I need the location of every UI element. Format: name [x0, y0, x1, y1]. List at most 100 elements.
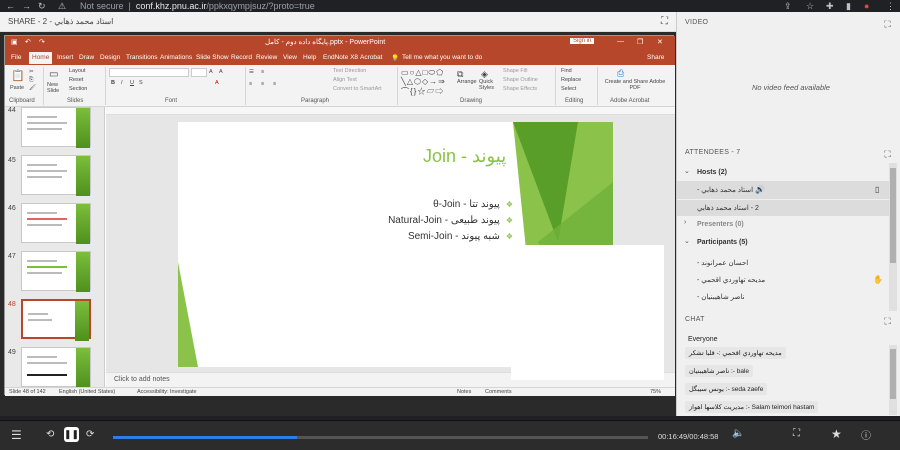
tell-me-box[interactable]: Tell me what you want to do	[402, 54, 482, 61]
signin-button[interactable]: Sign in	[570, 38, 595, 44]
expand-icon[interactable]: ⛶	[661, 16, 668, 27]
section-button[interactable]: Section	[69, 86, 87, 92]
tab-help[interactable]: Help	[303, 54, 316, 61]
forward-icon[interactable]: →	[22, 0, 31, 12]
expand-icon[interactable]: ⛶	[884, 149, 891, 160]
shape-fill-button[interactable]: Shape Fill	[503, 68, 527, 74]
new-slide-icon[interactable]: ▭	[49, 69, 58, 80]
bookmark-star-icon[interactable]: ★	[831, 427, 842, 441]
replace-button[interactable]: Replace	[561, 77, 581, 83]
ppt-share-button[interactable]: Share	[647, 54, 664, 61]
back-icon[interactable]: ←	[6, 0, 15, 12]
fullscreen-icon[interactable]: ⛶	[793, 428, 800, 439]
address-bar[interactable]: Not secure | conf.khz.pnu.ac.ir/ppkxqymp…	[80, 0, 315, 12]
format-painter-icon[interactable]: 🖌	[29, 85, 36, 91]
attendee-row[interactable]: استاد محمد ذهابي - 🔊 ▯	[677, 181, 889, 199]
comments-toggle[interactable]: Comments	[485, 389, 512, 395]
attendees-scrollbar[interactable]	[889, 163, 897, 311]
progress-bar[interactable]	[113, 436, 648, 439]
shadow-icon[interactable]: S	[139, 80, 143, 86]
tab-insert[interactable]: Insert	[57, 54, 73, 61]
bookmark-star-icon[interactable]: ☆	[806, 0, 814, 12]
tab-transitions[interactable]: Transitions	[126, 54, 158, 61]
bullets-icon[interactable]: ☰	[249, 69, 254, 75]
new-slide-button[interactable]: New Slide	[47, 82, 65, 94]
tab-slide-show[interactable]: Slide Show	[196, 54, 229, 61]
attendee-row[interactable]: مدیحه تهاوردي اقحمي - ✋	[677, 273, 889, 289]
shape-effects-button[interactable]: Shape Effects	[503, 86, 537, 92]
expand-icon[interactable]: ⛶	[884, 316, 891, 327]
shapes-gallery-row2[interactable]: ╲△⬡◇→⇒	[401, 77, 446, 86]
cut-icon[interactable]: ✂	[29, 69, 34, 75]
italic-icon[interactable]: I	[121, 80, 123, 86]
participants-group[interactable]: ⌄ Participants (5)	[677, 237, 889, 251]
tab-file[interactable]: File	[11, 54, 21, 61]
accessibility-status[interactable]: Accessibility: Investigate	[137, 389, 197, 395]
tab-animations[interactable]: Animations	[160, 54, 192, 61]
font-size-box[interactable]	[191, 68, 207, 77]
bold-icon[interactable]: B	[111, 80, 115, 86]
menu-icon[interactable]: ☰	[11, 428, 22, 442]
tab-record[interactable]: Record	[231, 54, 252, 61]
shape-outline-button[interactable]: Shape Outline	[503, 77, 538, 83]
reset-button[interactable]: Reset	[69, 77, 83, 83]
sidepanel-icon[interactable]: ▮	[846, 0, 851, 12]
save-icon[interactable]: ▣	[11, 38, 18, 46]
tab-design[interactable]: Design	[100, 54, 120, 61]
underline-icon[interactable]: U	[130, 80, 134, 86]
profile-avatar-icon[interactable]: ●	[864, 0, 869, 12]
copy-icon[interactable]: ⎘	[29, 77, 33, 84]
extensions-icon[interactable]: ✚	[826, 0, 834, 12]
slide-thumbnail[interactable]	[21, 203, 91, 244]
reload-icon[interactable]: ↻	[38, 0, 46, 12]
numbering-icon[interactable]: ≡	[261, 69, 264, 75]
attendee-row[interactable]: ناصر شاهيبنيان -	[677, 290, 889, 306]
create-share-pdf-button[interactable]: Create and Share Adobe PDF	[602, 79, 668, 91]
expand-icon[interactable]: ⛶	[884, 19, 891, 30]
convert-smartart-button[interactable]: Convert to SmartArt	[333, 86, 382, 92]
chat-recipient[interactable]: Everyone	[688, 336, 718, 343]
tab-draw[interactable]: Draw	[79, 54, 94, 61]
text-direction-button[interactable]: Text Direction	[333, 68, 366, 74]
find-button[interactable]: Find	[561, 68, 572, 74]
forward-icon[interactable]: ⟳	[86, 429, 94, 440]
attendee-row[interactable]: 2 - استاد محمد ذهابي	[677, 200, 889, 216]
paste-icon[interactable]: 📋	[11, 69, 25, 82]
slide-thumbnail-current[interactable]	[21, 299, 91, 341]
warning-icon[interactable]: ⚠	[58, 0, 66, 12]
rewind-icon[interactable]: ⟲	[46, 429, 54, 440]
slide-thumbnail[interactable]	[21, 155, 91, 196]
shrink-font-icon[interactable]: A	[219, 69, 223, 75]
tab-acrobat[interactable]: Acrobat	[360, 54, 382, 61]
align-right-icon[interactable]: ≡	[273, 81, 276, 87]
attendee-row[interactable]: احسان عمرانوند -	[677, 256, 889, 272]
paste-button[interactable]: Paste	[10, 85, 24, 91]
volume-icon[interactable]: 🔈	[732, 428, 744, 439]
tab-review[interactable]: Review	[256, 54, 277, 61]
chat-scrollbar[interactable]	[889, 345, 897, 415]
slide-thumbnail[interactable]	[21, 251, 91, 292]
align-center-icon[interactable]: ≡	[261, 81, 264, 87]
quick-styles-button[interactable]: Quick Styles	[479, 79, 499, 91]
redo-icon[interactable]: ↷	[39, 38, 45, 46]
notes-toggle[interactable]: Notes	[457, 389, 471, 395]
info-icon[interactable]: ⓘ	[861, 427, 871, 442]
font-name-box[interactable]	[109, 68, 189, 77]
tab-view[interactable]: View	[283, 54, 297, 61]
close-icon[interactable]: ✕	[657, 38, 663, 46]
shapes-gallery-row3[interactable]: ⌒{}☆▱⇨	[401, 86, 444, 97]
presenters-group[interactable]: › Presenters (0)	[677, 219, 889, 233]
font-color-icon[interactable]: A	[215, 80, 219, 86]
undo-icon[interactable]: ↶	[25, 38, 31, 46]
restore-icon[interactable]: ❐	[637, 38, 643, 46]
layout-button[interactable]: Layout	[69, 68, 86, 74]
align-left-icon[interactable]: ≡	[249, 81, 252, 87]
arrange-button[interactable]: Arrange	[457, 79, 477, 85]
select-button[interactable]: Select	[561, 86, 576, 92]
minimize-icon[interactable]: —	[617, 38, 624, 45]
adobe-pdf-icon[interactable]: ⎙	[617, 68, 624, 79]
tab-home[interactable]: Home	[29, 52, 53, 64]
language-status[interactable]: English (United States)	[59, 389, 115, 395]
share-icon[interactable]: ⇪	[784, 0, 792, 12]
tab-endnote[interactable]: EndNote X8	[323, 54, 358, 61]
